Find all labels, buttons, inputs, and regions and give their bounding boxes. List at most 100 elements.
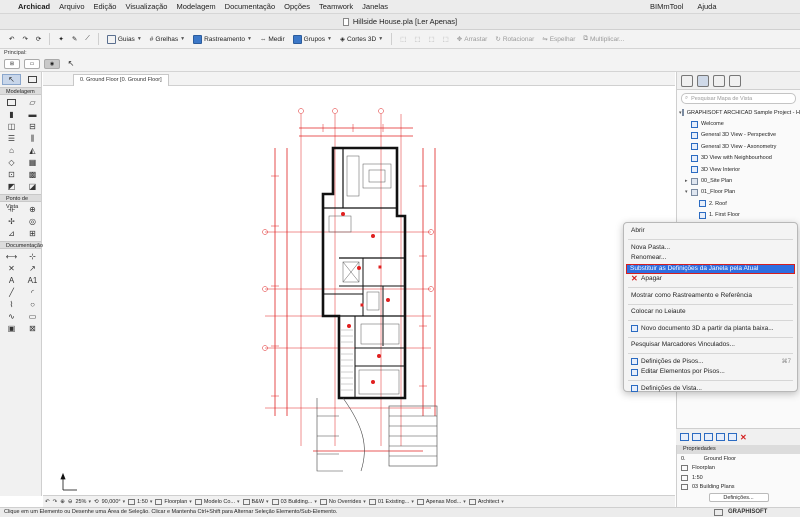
magic-wand-button[interactable]: ✦ — [55, 34, 66, 44]
worksheet-tool[interactable]: ◎ — [23, 216, 42, 227]
toolbar-option-4[interactable]: ⬚ — [440, 34, 452, 44]
dimension-tool[interactable]: ⟷ — [2, 251, 21, 262]
section-tool[interactable]: ⟛ — [2, 204, 21, 215]
arc-tool[interactable]: ◜ — [23, 287, 42, 298]
view-select[interactable]: Floorplan ▾ — [155, 498, 192, 505]
zoom-in-button[interactable]: ⊕ — [60, 499, 65, 505]
zone-tool[interactable]: ▩ — [23, 169, 42, 180]
dimension-select[interactable]: Architect ▾ — [468, 498, 504, 505]
menu-arquivo[interactable]: Arquivo — [59, 2, 84, 11]
guias-button[interactable]: Guias ▼ — [104, 34, 145, 45]
new-folder-icon[interactable] — [704, 433, 713, 441]
line-tool[interactable]: ╱ — [2, 287, 21, 298]
beam-tool[interactable]: ▬ — [23, 109, 42, 120]
toolbar-option-1[interactable]: ⬚ — [397, 34, 409, 44]
tree-item-welcome[interactable]: Welcome — [677, 118, 800, 129]
tab-ground-floor[interactable]: 0. Ground Floor [0. Ground Floor] — [73, 74, 169, 86]
selection-filter-button[interactable]: ⊞ — [4, 59, 20, 69]
redo-button[interactable]: ↷ — [19, 34, 30, 44]
tree-item-interior[interactable]: 3D View Interior — [677, 164, 800, 175]
menu-item-abrir[interactable]: Abrir — [624, 226, 797, 237]
tree-item-floor-plan[interactable]: ▾ 01_Floor Plan — [677, 187, 800, 198]
menu-item-pesquisar-marcadores[interactable]: Pesquisar Marcadores Vinculados... — [624, 340, 797, 351]
detail-tool[interactable]: ⊿ — [2, 228, 21, 239]
menu-bimmtool[interactable]: BIMmTool — [650, 2, 683, 11]
new-view-icon[interactable] — [680, 433, 689, 441]
menu-janelas[interactable]: Janelas — [362, 2, 388, 11]
pen-set-select[interactable]: B&W ▾ — [242, 498, 269, 505]
delete-icon[interactable]: ✕ — [740, 433, 747, 442]
navigator-search-input[interactable]: ⌕ Pesquisar Mapa de Vista — [681, 93, 796, 104]
label-a1-tool[interactable]: A1 — [23, 275, 42, 286]
cortes3d-button[interactable]: ◈ Cortes 3D ▼ — [337, 34, 386, 44]
clone-folder-icon[interactable] — [692, 433, 701, 441]
elevation-tool[interactable]: ⊕ — [23, 204, 42, 215]
medir-button[interactable]: ⇔ Medir — [257, 35, 288, 44]
arrow-cursor-icon[interactable]: ↖ — [64, 59, 78, 69]
wall-tool[interactable] — [2, 97, 21, 108]
tree-item-perspective[interactable]: General 3D View - Perspective — [677, 130, 800, 141]
markup-select[interactable]: Apenas Mod... ▾ — [416, 498, 466, 505]
marquee-tool[interactable] — [23, 74, 42, 85]
toolbox-section-ponto-de-vista[interactable]: Ponto de Vista — [0, 194, 41, 210]
polyline-tool[interactable]: ⌇ — [2, 299, 21, 310]
toolbar-option-3[interactable]: ⬚ — [425, 34, 437, 44]
menu-item-nova-pasta[interactable]: Nova Pasta... — [624, 243, 797, 254]
zoom-select[interactable]: 25% ▾ — [75, 499, 91, 505]
selection-shape-button[interactable]: ▭ — [24, 59, 40, 69]
skylight-tool[interactable]: ◇ — [2, 157, 21, 168]
level-dimension-tool[interactable]: ⊹ — [23, 251, 42, 262]
menu-item-novo-documento-3d[interactable]: Novo documento 3D a partir da planta bai… — [624, 324, 797, 335]
curtain-wall-tool[interactable]: ▦ — [23, 157, 42, 168]
tree-item-first-floor[interactable]: 1. First Floor — [677, 210, 800, 221]
menu-item-renomear[interactable]: Renomear... — [624, 253, 797, 264]
rotation-button[interactable]: ⟲ — [94, 499, 99, 505]
text-tool[interactable]: ✕ — [2, 263, 21, 274]
settings-icon[interactable] — [728, 433, 737, 441]
menu-opcoes[interactable]: Opções — [284, 2, 310, 11]
toolbox-section-documentacao[interactable]: Documentação — [0, 241, 43, 249]
fill-tool[interactable]: A — [2, 275, 21, 286]
espelhar-button[interactable]: ⇋ Espelhar — [539, 34, 578, 44]
view-map-tab[interactable] — [697, 74, 709, 87]
menu-teamwork[interactable]: Teamwork — [319, 2, 353, 11]
tree-item-project[interactable]: ▾ GRAPHISOFT ARCHICAD Sample Project - H — [677, 107, 800, 118]
window-tool[interactable]: ⊟ — [23, 121, 42, 132]
refresh-button[interactable]: ⟳ — [33, 34, 44, 44]
rotacionar-button[interactable]: ↻ Rotacionar — [492, 34, 537, 44]
railing-tool[interactable]: ⫼ — [23, 133, 42, 144]
menu-item-definicoes-vista[interactable]: Definições de Vista... — [624, 384, 797, 395]
menu-item-colocar-leiaute[interactable]: Colocar no Leiaute — [624, 307, 797, 318]
shell-tool[interactable]: ◭ — [23, 145, 42, 156]
roof-tool[interactable]: ⌂ — [2, 145, 21, 156]
undo-zoom-button[interactable]: ↶ — [45, 499, 50, 505]
tree-item-axonometry[interactable]: General 3D View - Axonometry — [677, 141, 800, 152]
toolbar-option-2[interactable]: ⬚ — [411, 34, 423, 44]
arrastar-button[interactable]: ✥ Arrastar — [454, 34, 491, 44]
tree-item-site-plan[interactable]: ▸ 00_Site Plan — [677, 175, 800, 186]
pick-up-button[interactable]: ✎ — [69, 34, 80, 44]
arrow-tool[interactable]: ↖ — [2, 74, 21, 85]
floor-plan-canvas[interactable] — [43, 86, 675, 495]
tree-item-roof[interactable]: 2. Roof — [677, 198, 800, 209]
menu-item-definicoes-pisos[interactable]: Definições de Pisos... ⌘7 — [624, 357, 797, 368]
menu-ajuda[interactable]: Ajuda — [697, 2, 716, 11]
overrides-select[interactable]: No Overrides ▾ — [319, 498, 366, 505]
interior-elevation-tool[interactable]: ✢ — [2, 216, 21, 227]
menu-item-apagar[interactable]: ✕ Apagar — [624, 274, 797, 285]
spline-tool[interactable]: ∿ — [2, 311, 21, 322]
grupos-button[interactable]: Grupos ▼ — [290, 34, 335, 45]
camera-tool[interactable]: ⊞ — [23, 228, 42, 239]
redo-zoom-button[interactable]: ↷ — [53, 499, 58, 505]
menu-item-substituir-definicoes[interactable]: Substituir as Definições da Janela pela … — [626, 263, 795, 274]
label-tool[interactable]: ↗ — [23, 263, 42, 274]
zoom-out-button[interactable]: ⊖ — [68, 499, 73, 505]
inject-button[interactable]: ⟋ — [82, 34, 93, 44]
tree-item-neighbourhood[interactable]: 3D View with Neighbourhood — [677, 153, 800, 164]
menu-visualizacao[interactable]: Visualização — [125, 2, 167, 11]
menu-item-mostrar-rastreamento[interactable]: Mostrar como Rastreamento e Referência — [624, 291, 797, 302]
rastreamento-button[interactable]: Rastreamento ▼ — [190, 34, 255, 45]
undo-button[interactable]: ↶ — [6, 34, 17, 44]
model-view-select[interactable]: Modelo Co... ▾ — [194, 498, 240, 505]
menu-documentacao[interactable]: Documentação — [225, 2, 275, 11]
